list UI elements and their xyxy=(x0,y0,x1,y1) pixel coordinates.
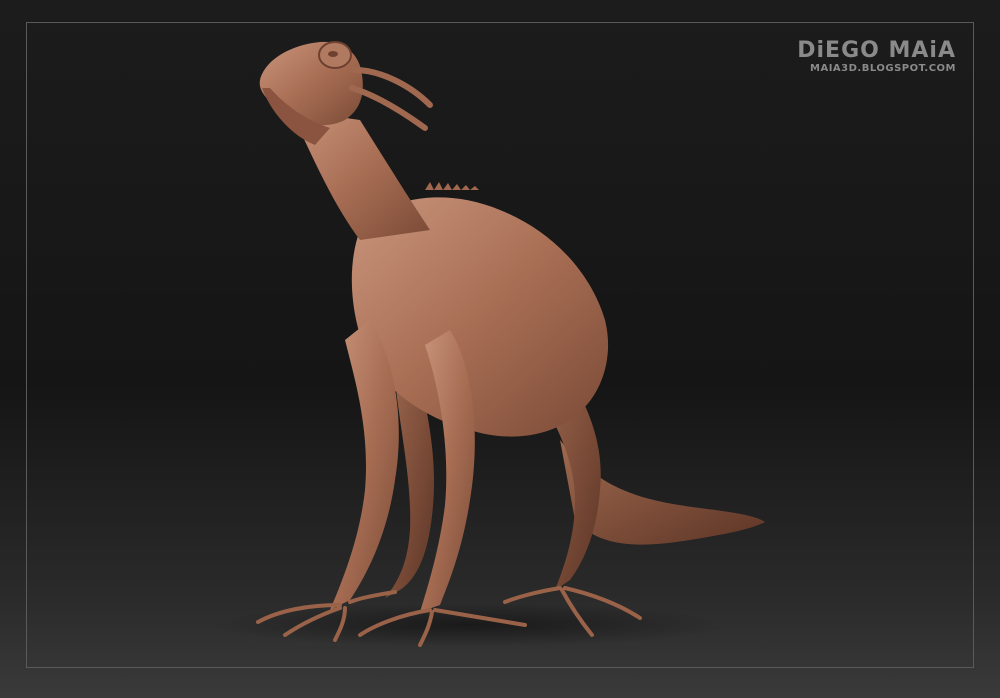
artist-name: DiEGO MAiA xyxy=(797,38,956,63)
creature-pupil xyxy=(328,51,338,57)
render-canvas: DiEGO MAiA MAIA3D.BLOGSPOT.COM xyxy=(0,0,1000,698)
creature-horn-upper xyxy=(352,67,433,108)
back-spikes xyxy=(425,182,479,190)
artist-site: MAIA3D.BLOGSPOT.COM xyxy=(810,63,956,74)
front-left-leg xyxy=(330,320,399,610)
artist-watermark: DiEGO MAiA MAIA3D.BLOGSPOT.COM xyxy=(797,40,956,74)
creature-sculpt xyxy=(210,41,765,647)
